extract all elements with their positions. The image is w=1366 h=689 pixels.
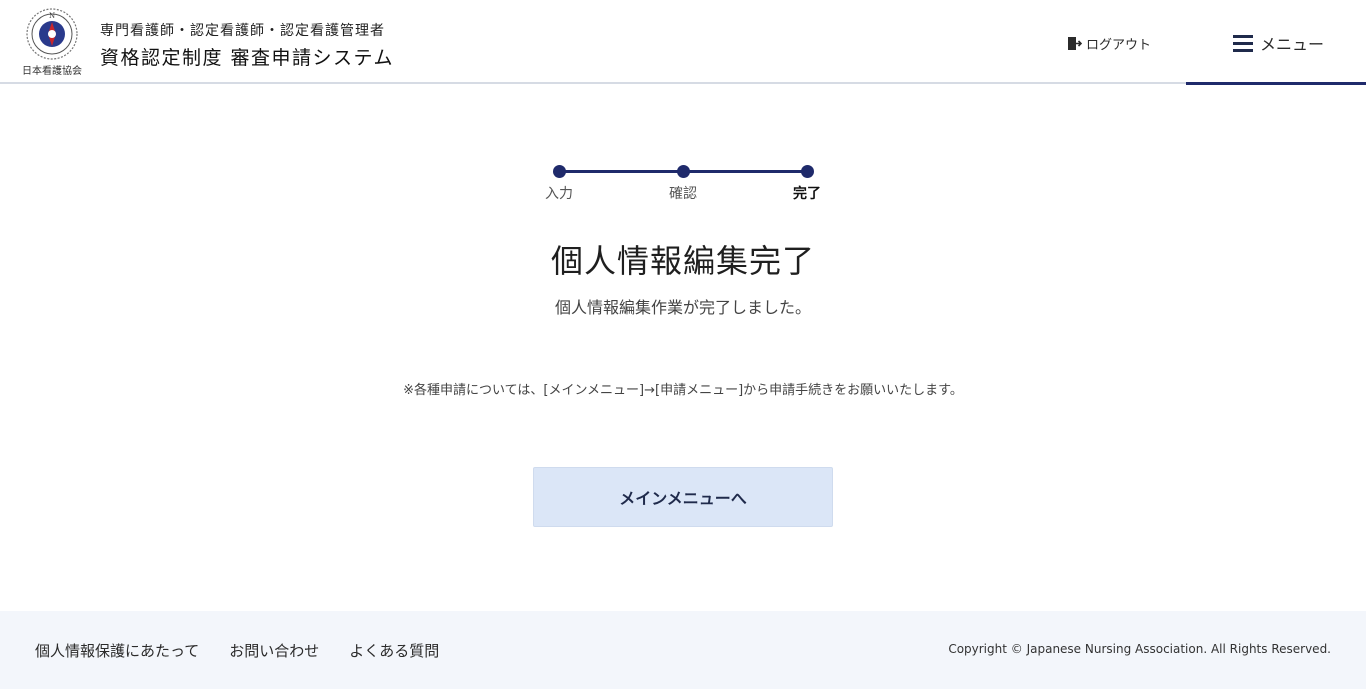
site-footer: 個人情報保護にあたって お問い合わせ よくある質問 Copyright © Ja… <box>0 611 1366 689</box>
site-header: N 日本看護協会 専門看護師・認定看護師・認定看護管理者 資格認定制度 審査申請… <box>0 0 1366 85</box>
menu-button[interactable]: メニュー <box>1232 30 1324 56</box>
system-subtitle: 専門看護師・認定看護師・認定看護管理者 <box>100 23 385 39</box>
org-caption: 日本看護協会 <box>22 66 82 77</box>
step-dot-input <box>553 165 566 178</box>
header-divider <box>0 82 1366 84</box>
logout-label: ログアウト <box>1086 37 1152 53</box>
completion-message: 個人情報編集作業が完了しました。 <box>554 298 811 317</box>
main-menu-button[interactable]: メインメニューへ <box>533 467 833 527</box>
step-dot-complete <box>801 165 814 178</box>
step-label-confirm: 確認 <box>669 186 697 202</box>
hamburger-icon <box>1233 35 1253 52</box>
application-note: ※各種申請については、[メインメニュー]→[申請メニュー]から申請手続きをお願い… <box>403 383 963 398</box>
step-label-complete: 完了 <box>793 186 821 202</box>
menu-active-indicator <box>1186 82 1366 85</box>
menu-label: メニュー <box>1260 35 1325 54</box>
system-main-title: 資格認定制度 審査申請システム <box>100 47 394 69</box>
step-dot-confirm <box>677 165 690 178</box>
footer-links: 個人情報保護にあたって お問い合わせ よくある質問 <box>35 640 439 661</box>
step-label-input: 入力 <box>545 186 573 202</box>
footer-link-contact[interactable]: お問い合わせ <box>229 640 319 661</box>
progress-stepper: 入力 確認 完了 <box>540 162 830 212</box>
copyright-text: Copyright © Japanese Nursing Association… <box>948 642 1331 656</box>
footer-link-privacy[interactable]: 個人情報保護にあたって <box>35 640 199 661</box>
logout-icon <box>1068 36 1082 50</box>
system-title[interactable]: 専門看護師・認定看護師・認定看護管理者 資格認定制度 審査申請システム <box>100 20 394 70</box>
page-title: 個人情報編集完了 <box>550 242 815 280</box>
svg-text:N: N <box>49 12 55 20</box>
logout-button[interactable]: ログアウト <box>1067 33 1151 53</box>
association-emblem-icon: N <box>26 8 78 60</box>
footer-link-faq[interactable]: よくある質問 <box>349 640 439 661</box>
